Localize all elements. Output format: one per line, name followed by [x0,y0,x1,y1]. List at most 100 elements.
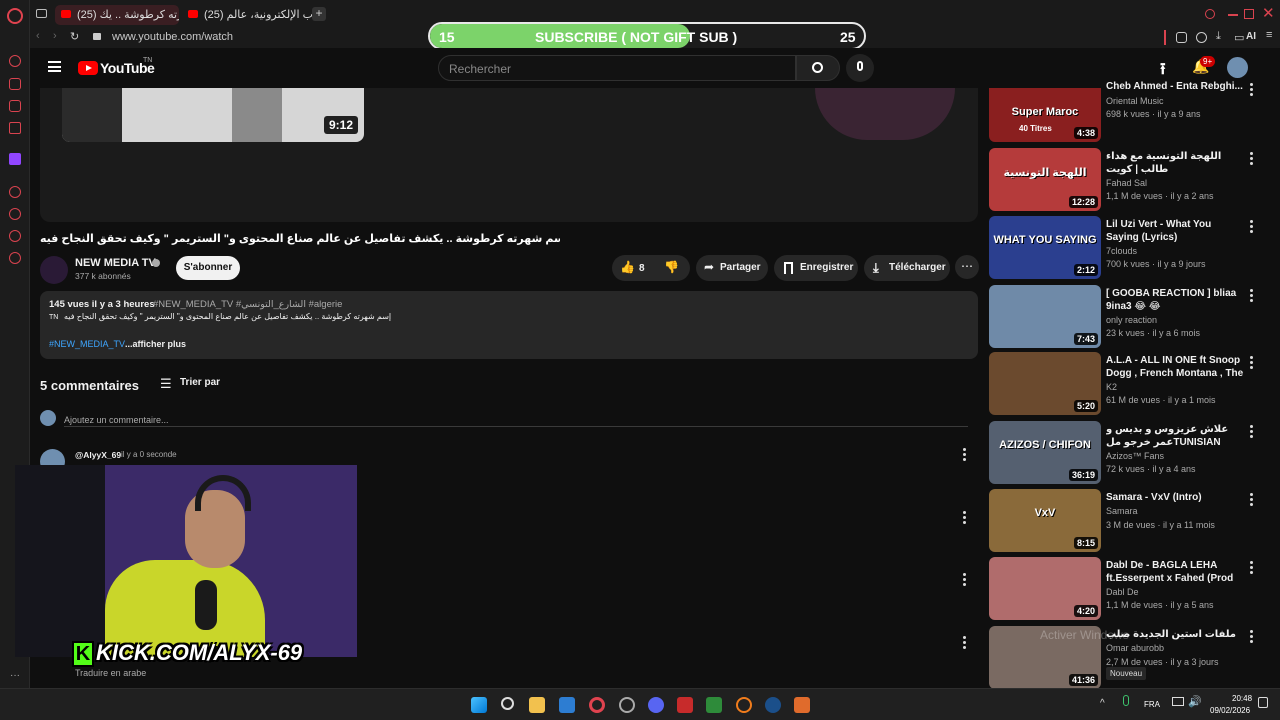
add-comment-input[interactable]: Ajoutez un commentaire... [64,410,968,427]
search-input[interactable]: Rechercher [438,55,796,81]
recommendation-title[interactable]: Dabl De - BAGLA LEHA ft.Esserpent x Fahe… [1106,559,1244,585]
comment-author[interactable]: @AlyyX_69 [75,450,121,460]
recommendation-channel[interactable]: only reaction [1106,315,1157,325]
tab-active[interactable]: (25) إسم شهرته كرطوشة .. يك [55,5,179,25]
menu-icon[interactable]: ≡ [1266,29,1272,41]
recommendation-title[interactable]: Lil Uzi Vert - What You Saying (Lyrics) [1106,218,1244,244]
extensions-icon[interactable] [1176,32,1187,43]
voice-search-button[interactable] [846,54,874,82]
sort-icon[interactable]: ☰ [160,376,172,392]
recommendation-title[interactable]: اللهجة التونسية مع هداء طالب | كويت [1106,150,1244,176]
clock-date[interactable]: 09/02/2026 [1210,706,1250,715]
description-hashtag[interactable]: #NEW_MEDIA_TV [49,339,125,349]
tray-chevron-icon[interactable]: ^ [1100,698,1105,709]
recommendation-title[interactable]: علاش عزيزوس و بديس و عمر خرجو ملTUNISIAN… [1106,423,1244,449]
recommendation-more-icon[interactable] [1250,83,1254,97]
close-window-button[interactable]: ✕ [1262,4,1275,22]
save-button[interactable]: Enregistrer [774,255,858,281]
avatar[interactable] [1227,57,1248,78]
tab-second[interactable]: (25) الألعاب الإلكترونية، عالم [182,5,312,25]
recommendation-more-icon[interactable] [1250,289,1254,303]
recommendation-thumbnail[interactable]: 4:20 [989,557,1101,620]
search-app-icon[interactable] [736,697,752,713]
opera-icon[interactable] [589,697,605,713]
url-field[interactable]: www.youtube.com/watch [112,31,233,43]
recommendation-channel[interactable]: Fahad Sal [1106,178,1147,188]
recommendation-title[interactable]: [ GOOBA REACTION ] bliaa 9ina3 😂 😂 [1106,287,1244,313]
like-count[interactable]: 8 [639,263,645,274]
recommendation-thumbnail[interactable]: 7:43 [989,285,1101,348]
forward-icon[interactable]: › [53,30,57,42]
sidebar-history-icon[interactable] [9,208,21,220]
recommendation-more-icon[interactable] [1250,152,1254,166]
opera-logo-icon[interactable] [7,8,23,24]
recommendation-title[interactable]: Samara - VxV (Intro) [1106,491,1244,504]
youtube-logo-icon[interactable] [78,61,98,75]
comment-more-icon[interactable] [963,511,967,525]
recommendation-thumbnail[interactable]: VxV 8:15 [989,489,1101,552]
show-more-link[interactable]: ...afficher plus [125,339,186,349]
recommendation-more-icon[interactable] [1250,425,1254,439]
twitch-icon[interactable] [9,153,21,165]
sidebar-settings-icon[interactable] [9,252,21,264]
hamburger-menu-icon[interactable] [48,61,61,72]
sidebar-home-icon[interactable] [9,55,21,67]
download-icon[interactable]: ⤓ [1216,30,1221,43]
recommendation-thumbnail[interactable]: Super Maroc 40 Titres 4:38 [989,88,1101,142]
windows-start-icon[interactable] [471,697,487,713]
recommendation-more-icon[interactable] [1250,220,1254,234]
workspace-icon[interactable] [36,9,47,18]
volume-icon[interactable]: 🔊 [1188,695,1202,708]
search-tabs-icon[interactable] [1205,9,1215,19]
recommendation-more-icon[interactable] [1250,630,1254,644]
discord-icon[interactable] [648,697,664,713]
description-box[interactable]: 145 vues il y a 3 heures #NEW_MEDIA_TV #… [40,291,978,359]
network-icon[interactable] [1172,697,1184,706]
recommendation-more-icon[interactable] [1250,561,1254,575]
channel-name[interactable]: NEW MEDIA TV [75,257,156,269]
video-player[interactable]: 9:12 [40,88,978,222]
channel-avatar[interactable] [40,256,68,284]
dislike-icon[interactable]: 👎 [664,260,679,274]
sidebar-player-icon[interactable] [9,186,21,198]
description-tags[interactable]: #NEW_MEDIA_TV #الشارع_التونسي #algerie [153,299,342,310]
recommendation-channel[interactable]: 7clouds [1106,246,1137,256]
recommendation-channel[interactable]: Oriental Music [1106,96,1164,106]
app-icon[interactable] [677,697,693,713]
recommendation-channel[interactable]: Dabl De [1106,587,1139,597]
sidebar-more-icon[interactable]: ··· [10,670,20,681]
play-icon[interactable] [706,697,722,713]
obs-icon[interactable] [794,697,810,713]
translate-link[interactable]: Traduire en arabe [75,668,146,678]
more-actions-button[interactable]: ⋯ [955,255,979,279]
maximize-button[interactable] [1244,9,1254,19]
wallet-icon[interactable]: ▭ [1234,31,1244,44]
back-icon[interactable]: ‹ [36,30,40,42]
recommendation-channel[interactable]: Azizos™ Fans [1106,451,1164,461]
recommendation-thumbnail[interactable]: 5:20 [989,352,1101,415]
comment-more-icon[interactable] [963,573,967,587]
language-indicator[interactable]: FRA [1144,700,1160,709]
sidebar-news-icon[interactable] [9,122,21,134]
share-button[interactable]: ➦ Partager [696,255,768,281]
download-button[interactable]: ⤓ Télécharger [864,255,950,281]
recommendation-title[interactable]: A.L.A - ALL IN ONE ft Snoop Dogg , Frenc… [1106,354,1244,380]
reload-icon[interactable]: ↻ [70,30,79,43]
recommendation-channel[interactable]: Omar aburobb [1106,643,1164,653]
search-button[interactable] [796,55,840,81]
recommendation-channel[interactable]: Samara [1106,506,1138,516]
recommendation-thumbnail[interactable]: اللهجة التونسية 12:28 [989,148,1101,211]
video-card-preview[interactable]: 9:12 [62,88,364,142]
subscribe-button[interactable]: S'abonner [176,256,240,280]
clock-time[interactable]: 20:48 [1232,694,1252,703]
store-icon[interactable] [559,697,575,713]
file-explorer-icon[interactable] [529,697,545,713]
new-tab-button[interactable]: + [312,7,326,21]
like-icon[interactable]: 👍 [620,260,635,274]
recommendation-thumbnail[interactable]: WHAT YOU SAYING 2:12 [989,216,1101,279]
opera-gx-icon[interactable] [619,697,635,713]
minimize-button[interactable] [1228,14,1238,16]
recommendation-more-icon[interactable] [1250,493,1254,507]
comment-more-icon[interactable] [963,636,967,650]
recommendation-thumbnail[interactable]: AZIZOS / CHIFON 36:19 [989,421,1101,484]
